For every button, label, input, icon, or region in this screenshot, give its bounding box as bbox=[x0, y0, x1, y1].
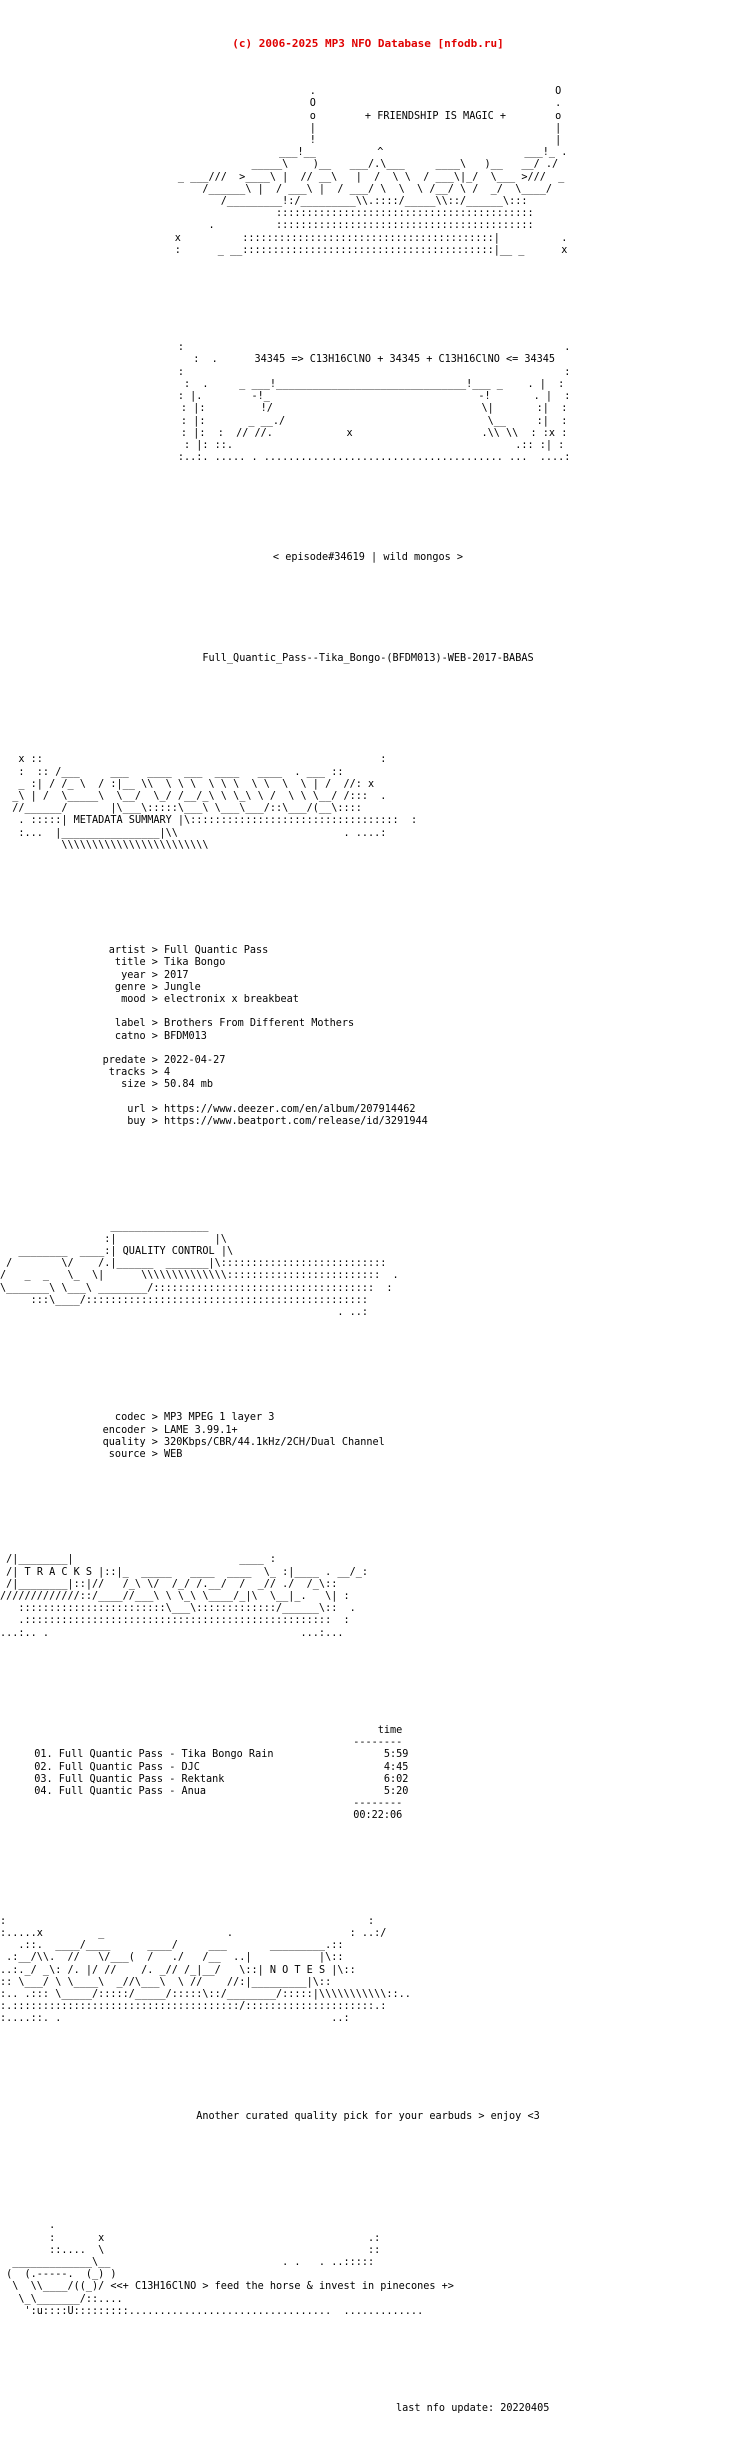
tracks-banner-label: T R A C K S bbox=[24, 1566, 93, 1578]
header-tagline: + FRIENDSHIP IS MAGIC + bbox=[364, 110, 506, 122]
footer-horse-line: <<+ C13H16ClNO > feed the horse & invest… bbox=[110, 2281, 454, 2293]
tracklist: time -------- 01. Full Quantic Pass - Ti… bbox=[34, 1725, 409, 1822]
quality-banner-art: ________________ :| |\ ________ ____:| Q… bbox=[0, 1221, 399, 1318]
quality-banner-label: QUALITY CONTROL bbox=[122, 1245, 215, 1257]
site-copyright-banner: (c) 2006-2025 MP3 NFO Database [nfodb.ru… bbox=[232, 36, 504, 50]
metadata-banner-art: x :: : : :: /___ ___ ____ ___ ____ ____ … bbox=[12, 754, 418, 851]
notes-banner-art: : : :.....x _ . : ..:/ .::. ____/____ __… bbox=[0, 1915, 411, 2025]
quality-fields: codec > MP3 MPEG 1 layer 3 encoder > LAM… bbox=[102, 1412, 385, 1460]
notes-text: Another curated quality pick for your ea… bbox=[196, 2110, 540, 2122]
formula-line: 34345 => C13H16ClNO + 34345 + C13H16ClNO… bbox=[254, 354, 556, 366]
metadata-banner-label: METADATA SUMMARY bbox=[73, 815, 172, 827]
release-name: Full_Quantic_Pass--Tika_Bongo-(BFDM013)-… bbox=[202, 652, 534, 664]
footer-art: . : x .: ::.... \ :: _____________\__ . … bbox=[6, 2220, 454, 2317]
last-update-line: last nfo update: 20220405 bbox=[396, 2403, 550, 2415]
formula-art-block: : . : . 34345 => C13H16ClNO + 34345 + C1… bbox=[177, 342, 571, 464]
episode-line: < episode#34619 | wild mongos > bbox=[272, 551, 464, 563]
nfo-document: (c) 2006-2025 MP3 NFO Database [nfodb.ru… bbox=[0, 0, 736, 2415]
header-logo-art: . O O . o + FRIENDSHIP IS MAGIC + o | | … bbox=[174, 86, 568, 256]
notes-banner-label: N O T E S bbox=[269, 1964, 326, 1976]
metadata-fields: artist > Full Quantic Pass title > Tika … bbox=[102, 945, 428, 1128]
tracks-banner-art: /|________| ____ : /| T R A C K S |::|_ … bbox=[0, 1554, 369, 1639]
